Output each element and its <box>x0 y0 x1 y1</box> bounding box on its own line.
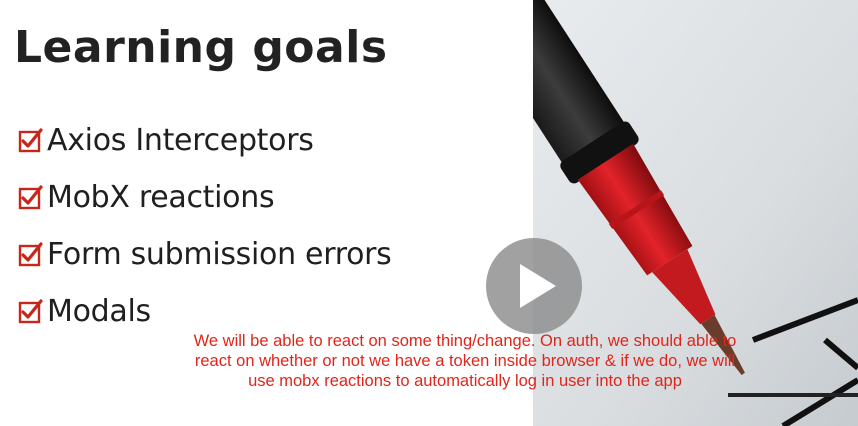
goal-label: Axios Interceptors <box>47 123 314 158</box>
slide: Learning goals Axios Interceptors MobX r… <box>0 0 858 426</box>
goal-label: Form submission errors <box>47 237 392 272</box>
goal-label: MobX reactions <box>47 180 275 215</box>
learning-goals-list: Axios Interceptors MobX reactions Form s… <box>18 112 392 340</box>
play-button[interactable] <box>486 238 582 334</box>
checked-box-icon <box>18 242 43 267</box>
goal-item: MobX reactions <box>18 169 392 226</box>
goal-item: Axios Interceptors <box>18 112 392 169</box>
goal-label: Modals <box>47 294 151 329</box>
checked-box-icon <box>18 299 43 324</box>
goal-item: Form submission errors <box>18 226 392 283</box>
checked-box-icon <box>18 185 43 210</box>
slide-title: Learning goals <box>14 22 388 73</box>
play-icon <box>520 264 556 308</box>
subtitle-caption: We will be able to react on some thing/c… <box>193 332 737 390</box>
checked-box-icon <box>18 128 43 153</box>
